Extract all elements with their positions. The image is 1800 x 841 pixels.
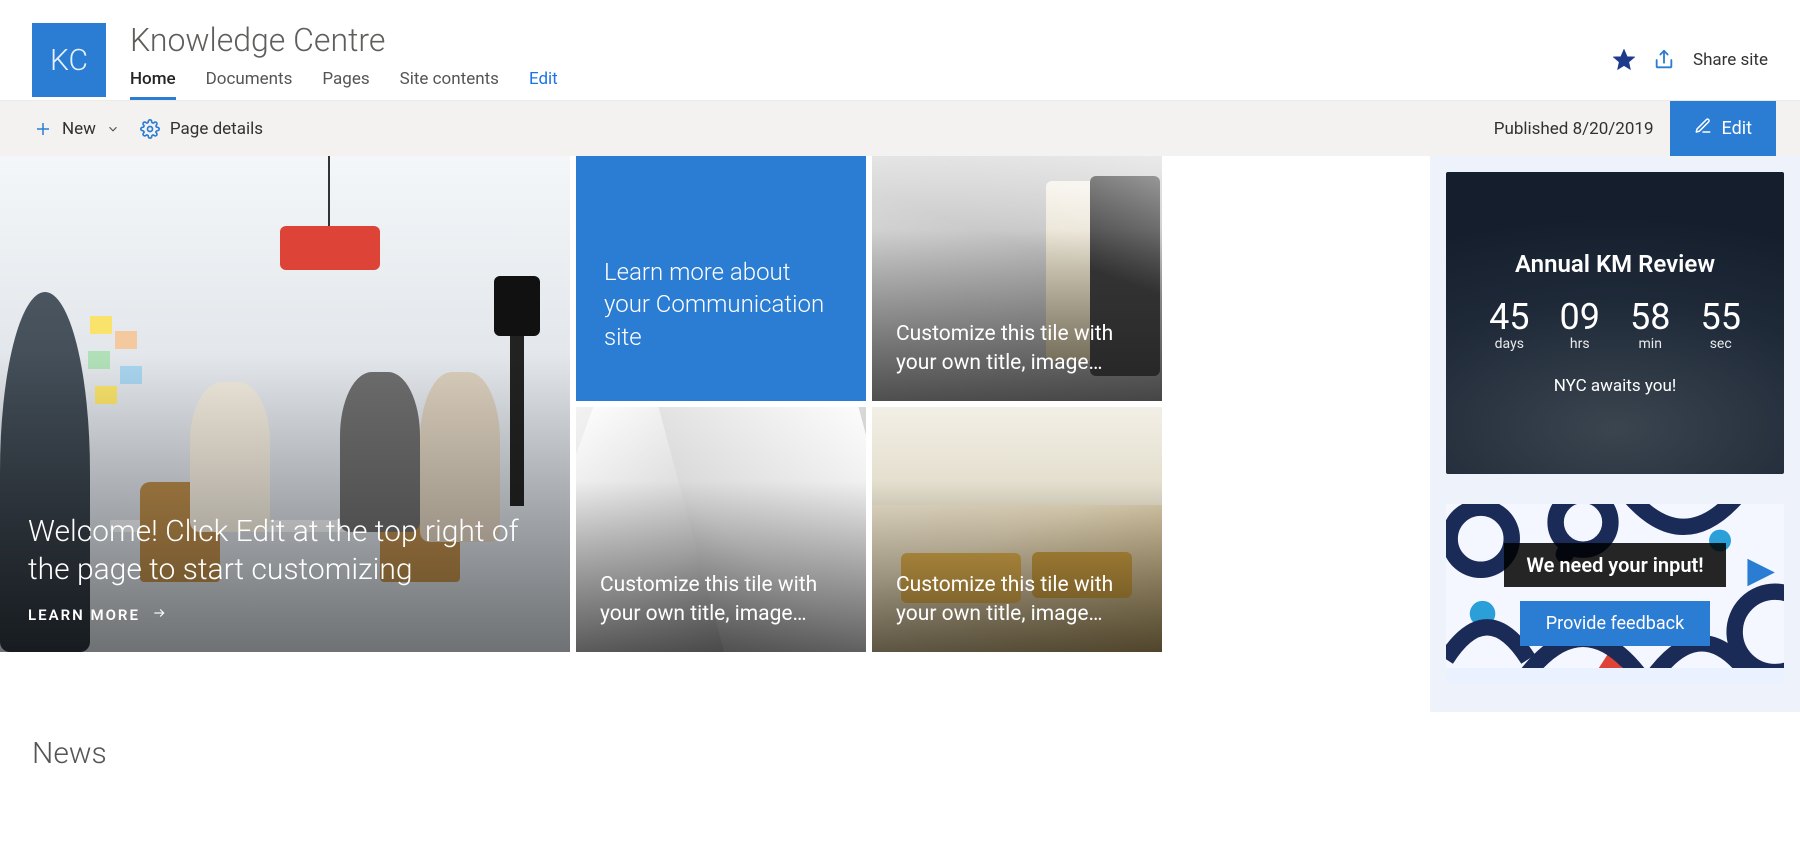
edit-label: Edit [1722, 118, 1752, 139]
share-site-label[interactable]: Share site [1693, 50, 1768, 70]
hero-tile-b-text: Customize this tile with your own title,… [600, 571, 842, 628]
feedback-title: We need your input! [1504, 543, 1725, 587]
chevron-down-icon [106, 122, 120, 136]
hero-tile-b[interactable]: Customize this tile with your own title,… [576, 407, 866, 652]
star-icon[interactable] [1613, 49, 1635, 71]
site-title: Knowledge Centre [130, 21, 558, 59]
countdown-min: 58 min [1630, 296, 1670, 352]
plus-icon [34, 120, 52, 138]
countdown-title: Annual KM Review [1515, 250, 1715, 278]
share-icon[interactable] [1653, 49, 1675, 71]
header-actions: Share site [1613, 49, 1768, 71]
hero-tile-c[interactable]: Customize this tile with your own title,… [872, 407, 1162, 652]
hero-tile-a-text: Customize this tile with your own title,… [896, 320, 1138, 377]
hero-tile-main[interactable]: Welcome! Click Edit at the top right of … [0, 156, 570, 652]
countdown-row: 45 days 09 hrs 58 min 55 sec [1489, 296, 1741, 352]
countdown-card[interactable]: Annual KM Review 45 days 09 hrs 58 min 5… [1446, 172, 1784, 474]
command-bar: New Page details Published 8/20/2019 Edi… [0, 100, 1800, 156]
countdown-sec-lbl: sec [1700, 336, 1740, 352]
hero-content: Welcome! Click Edit at the top right of … [28, 513, 542, 624]
countdown-min-num: 58 [1630, 296, 1670, 338]
countdown-hrs-num: 09 [1560, 296, 1600, 338]
learn-more-link[interactable]: LEARN MORE [28, 606, 542, 624]
arrow-right-icon [150, 606, 168, 624]
countdown-days-num: 45 [1489, 296, 1529, 338]
countdown-sec: 55 sec [1700, 296, 1740, 352]
new-label: New [62, 119, 96, 139]
nav-edit[interactable]: Edit [529, 65, 558, 100]
page-details-button[interactable]: Page details [130, 111, 273, 147]
hero-tile-c-text: Customize this tile with your own title,… [896, 571, 1138, 628]
hero-title: Welcome! Click Edit at the top right of … [28, 513, 542, 588]
site-logo[interactable]: KC [32, 23, 106, 97]
new-button[interactable]: New [24, 111, 130, 147]
provide-feedback-button[interactable]: Provide feedback [1520, 601, 1710, 646]
nav-site-contents[interactable]: Site contents [400, 65, 499, 100]
feedback-card: We need your input! Provide feedback [1446, 504, 1784, 684]
nav-home[interactable]: Home [130, 65, 176, 100]
countdown-min-lbl: min [1630, 336, 1670, 352]
hero-tile-a[interactable]: Customize this tile with your own title,… [872, 156, 1162, 401]
hero-section: Welcome! Click Edit at the top right of … [0, 156, 1418, 712]
gear-icon [140, 119, 160, 139]
page-canvas: Welcome! Click Edit at the top right of … [0, 156, 1800, 712]
countdown-days-lbl: days [1489, 336, 1529, 352]
pencil-icon [1694, 117, 1712, 140]
site-title-nav: Knowledge Centre Home Documents Pages Si… [130, 21, 558, 100]
edit-button[interactable]: Edit [1670, 101, 1776, 157]
site-header: KC Knowledge Centre Home Documents Pages… [0, 0, 1800, 100]
hero-tile-blue-text: Learn more about your Communication site [604, 256, 838, 353]
hero-tile-blue[interactable]: Learn more about your Communication site [576, 156, 866, 401]
learn-more-label: LEARN MORE [28, 606, 140, 624]
site-nav: Home Documents Pages Site contents Edit [130, 65, 558, 100]
right-column: Annual KM Review 45 days 09 hrs 58 min 5… [1430, 156, 1800, 712]
countdown-subtitle: NYC awaits you! [1554, 376, 1676, 396]
page-details-label: Page details [170, 119, 263, 139]
news-heading: News [0, 712, 1800, 787]
published-label: Published 8/20/2019 [1494, 119, 1654, 139]
countdown-hrs-lbl: hrs [1560, 336, 1600, 352]
countdown-sec-num: 55 [1700, 296, 1740, 338]
nav-pages[interactable]: Pages [322, 65, 369, 100]
countdown-days: 45 days [1489, 296, 1529, 352]
countdown-hrs: 09 hrs [1560, 296, 1600, 352]
nav-documents[interactable]: Documents [206, 65, 293, 100]
